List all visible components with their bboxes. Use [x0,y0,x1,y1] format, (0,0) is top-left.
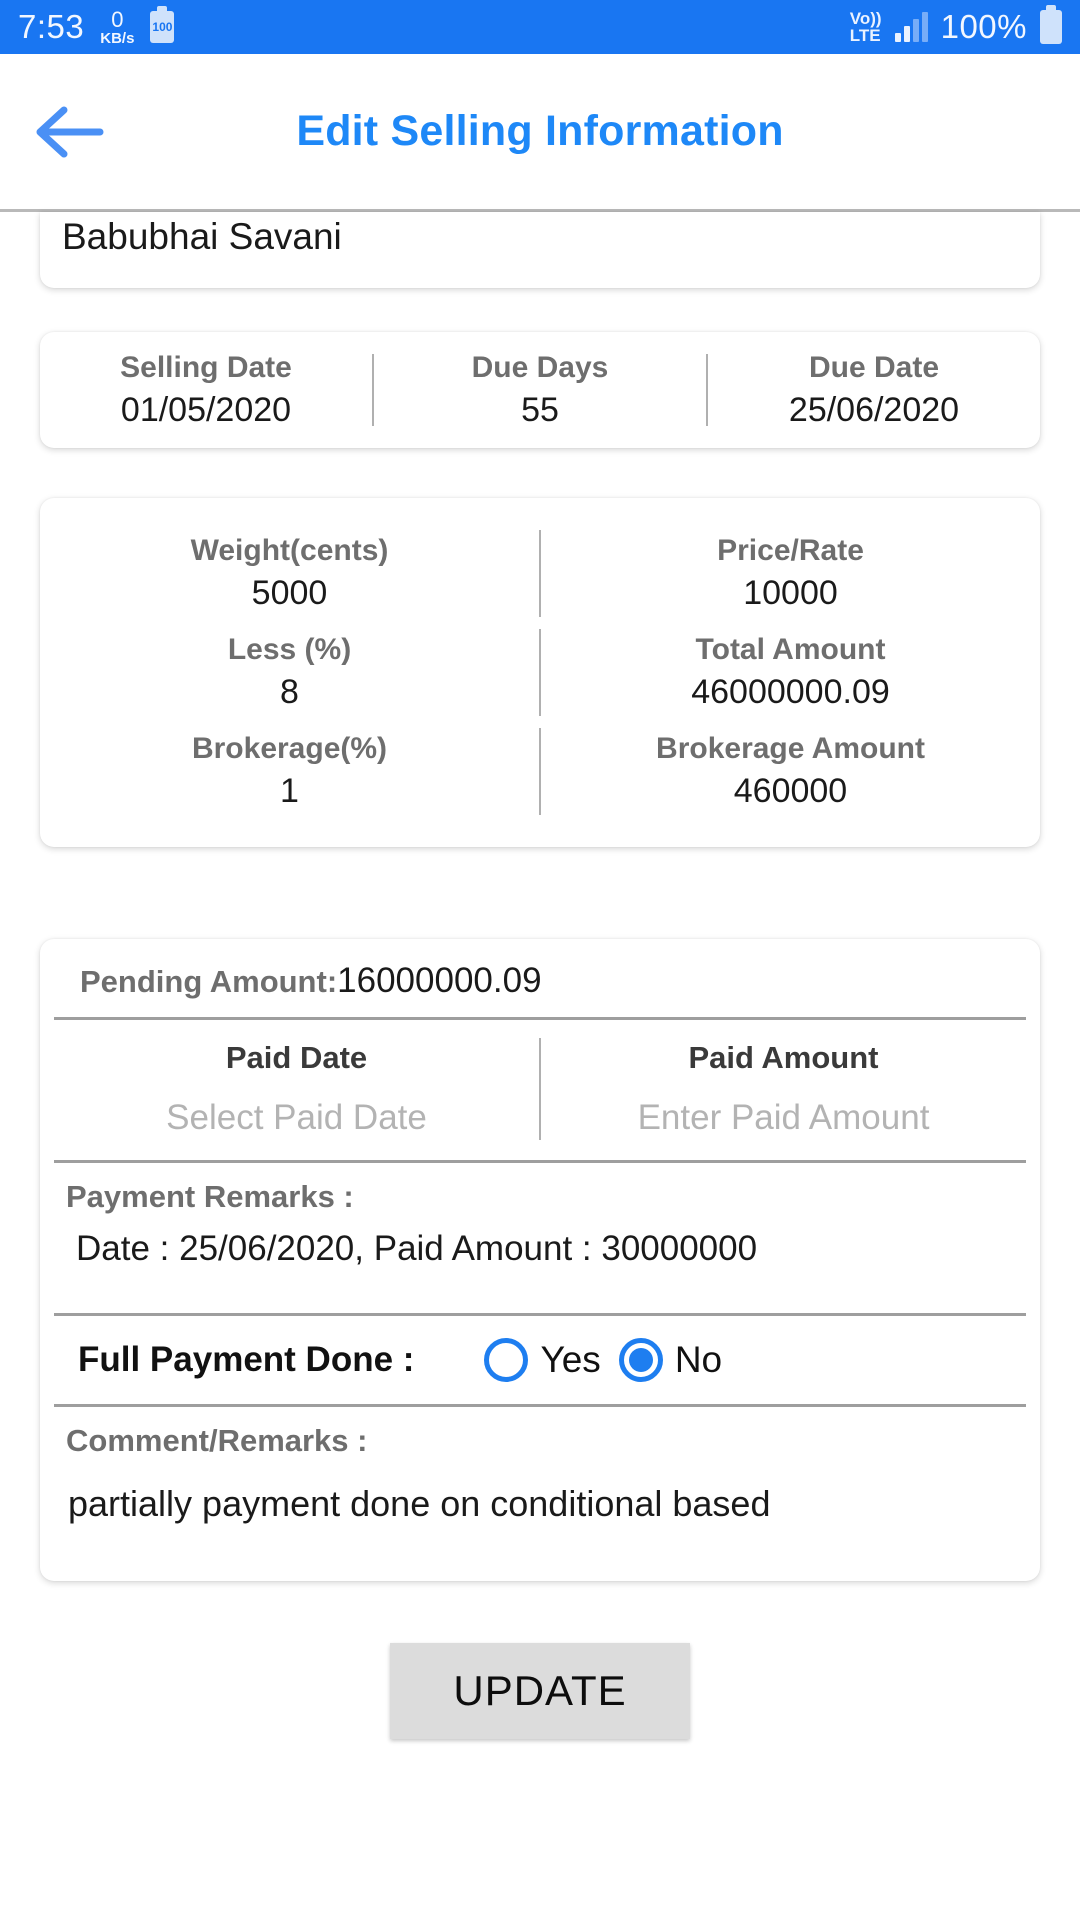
volte-icon-bottom: LTE [849,26,881,45]
paid-entry-row: Paid Date Select Paid Date Paid Amount E… [54,1020,1026,1163]
due-date-value: 25/06/2020 [788,390,960,429]
buyer-name-value[interactable]: Babubhai Savani [62,218,342,255]
network-speed-unit: KB/s [100,29,135,47]
radio-no-label: No [674,1339,723,1380]
status-bar-right: Vo)) LTE 100% [849,5,1062,46]
status-bar-left: 7:53 0 KB/s 100 [18,6,175,47]
total-amount-label: Total Amount [695,633,886,666]
volte-icon: Vo)) LTE [849,8,882,45]
amounts-card: Weight(cents) 5000 Price/Rate 10000 Less… [40,498,1040,847]
brokerage-amount-label: Brokerage Amount [656,732,925,765]
pending-amount-row: Pending Amount:16000000.09 [54,939,1026,1020]
price-rate-cell[interactable]: Price/Rate 10000 [541,524,1040,623]
buyer-name-card[interactable]: Babubhai Savani [40,212,1040,288]
weight-label: Weight(cents) [190,534,389,567]
payment-remarks-value: Date : 25/06/2020, Paid Amount : 3000000… [76,1229,758,1268]
paid-amount-label: Paid Amount [688,1040,879,1075]
total-amount-cell[interactable]: Total Amount 46000000.09 [541,623,1040,722]
brokerage-row: Brokerage(%) 1 Brokerage Amount 460000 [40,722,1040,821]
brokerage-amount-value: 460000 [733,772,848,810]
form-scroll-container[interactable]: Babubhai Savani Selling Date 01/05/2020 … [0,212,1080,1920]
comment-remarks-block[interactable]: Comment/Remarks : partially payment done… [54,1407,1026,1571]
back-button[interactable] [14,104,124,160]
less-percent-cell[interactable]: Less (%) 8 [40,623,539,722]
dates-card: Selling Date 01/05/2020 Due Days 55 Due … [40,332,1040,448]
radio-option-yes[interactable]: Yes [484,1338,601,1382]
status-bar: 7:53 0 KB/s 100 Vo)) LTE 100% [0,0,1080,54]
app-bar: Edit Selling Information [0,54,1080,212]
battery-icon [1040,5,1062,44]
signal-strength-icon [894,12,928,42]
battery-badge-icon: 100 [150,6,175,43]
payment-remarks-block: Payment Remarks : Date : 25/06/2020, Pai… [54,1163,1026,1316]
price-rate-value: 10000 [743,574,838,612]
payment-card: Pending Amount:16000000.09 Paid Date Sel… [40,939,1040,1581]
radio-yes-icon[interactable] [484,1338,529,1382]
weight-value: 5000 [251,574,328,612]
payment-remarks-label: Payment Remarks : [66,1179,354,1214]
comment-remarks-label: Comment/Remarks : [66,1423,368,1458]
paid-date-label: Paid Date [225,1040,368,1075]
footer-actions: UPDATE [0,1643,1080,1739]
paid-date-field[interactable]: Paid Date Select Paid Date [54,1034,539,1142]
total-amount-value: 46000000.09 [691,673,890,711]
arrow-left-icon [36,106,104,157]
less-percent-value: 8 [280,673,299,711]
full-payment-row: Full Payment Done : Yes No [54,1316,1026,1407]
price-rate-label: Price/Rate [717,534,864,567]
status-bar-clock: 7:53 [18,8,85,45]
volte-icon-top: Vo)) [849,8,882,28]
full-payment-label: Full Payment Done : [78,1340,415,1379]
comment-remarks-value[interactable]: partially payment done on conditional ba… [66,1483,1014,1525]
radio-option-no[interactable]: No [618,1338,723,1382]
brokerage-percent-label: Brokerage(%) [191,732,388,765]
due-days-value: 55 [521,390,559,429]
due-date-label: Due Date [808,350,940,384]
page-title: Edit Selling Information [296,107,784,155]
paid-date-input[interactable]: Select Paid Date [166,1098,427,1138]
pending-amount-label: Pending Amount: [80,964,338,999]
radio-yes-label: Yes [540,1339,601,1380]
weight-cell[interactable]: Weight(cents) 5000 [40,524,539,623]
paid-amount-field[interactable]: Paid Amount Enter Paid Amount [541,1034,1026,1142]
due-date-cell[interactable]: Due Date 25/06/2020 [708,351,1040,430]
network-speed-value: 0 [111,6,124,32]
full-payment-radio-group[interactable]: Yes No [484,1338,722,1382]
selling-date-label: Selling Date [120,350,292,384]
weight-price-row: Weight(cents) 5000 Price/Rate 10000 [40,524,1040,623]
less-total-row: Less (%) 8 Total Amount 46000000.09 [40,623,1040,722]
battery-badge-label: 100 [152,20,173,34]
brokerage-percent-value: 1 [280,772,299,810]
less-percent-label: Less (%) [227,633,352,666]
brokerage-amount-cell[interactable]: Brokerage Amount 460000 [541,722,1040,821]
selling-date-cell[interactable]: Selling Date 01/05/2020 [40,351,372,430]
update-button[interactable]: UPDATE [390,1643,690,1739]
selling-date-value: 01/05/2020 [120,390,292,429]
due-days-label: Due Days [471,350,609,384]
radio-no-icon[interactable] [618,1338,663,1382]
pending-amount-value: 16000000.09 [337,961,542,1000]
battery-percent-label: 100% [940,8,1027,45]
due-days-cell[interactable]: Due Days 55 [374,351,706,430]
network-speed-indicator: 0 KB/s [100,6,135,47]
paid-amount-input[interactable]: Enter Paid Amount [638,1098,930,1138]
brokerage-percent-cell[interactable]: Brokerage(%) 1 [40,722,539,821]
